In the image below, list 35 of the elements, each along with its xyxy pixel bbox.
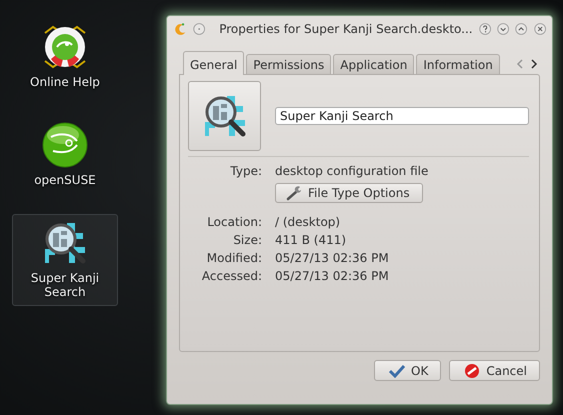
dialog-button[interactable]: Cancel (449, 360, 540, 381)
name-field[interactable]: Super Kanji Search (275, 107, 529, 125)
property-value: 05/27/13 02:36 PM (275, 250, 390, 266)
property-label: Modified: (206, 250, 262, 266)
icon-label: Super Kanji Search (30, 271, 100, 299)
desktop-icon[interactable]: openSUSE (12, 116, 118, 194)
property-label: Accessed: (200, 268, 262, 284)
checkmark-icon (389, 364, 406, 378)
dialog-button[interactable]: OK (374, 360, 442, 381)
close-button[interactable] (534, 21, 546, 37)
property-value: 05/27/13 02:36 PM (275, 268, 390, 284)
minimize-button[interactable] (496, 21, 510, 37)
tab[interactable]: Permissions (246, 54, 332, 74)
property-label: Type: (229, 163, 262, 179)
window-title: Properties for Super Kanji Search.deskto... (218, 22, 473, 36)
property-value: desktop configuration file (275, 163, 430, 179)
file-type-options-button[interactable]: File Type Options (275, 183, 423, 203)
cancel-icon (464, 362, 480, 378)
icon-button[interactable] (188, 81, 261, 151)
wrench-icon (286, 185, 304, 201)
property-label: Location: (206, 214, 262, 230)
property-value: 411 B (411) (275, 232, 348, 248)
desktop-icon[interactable]: Online Help (12, 18, 118, 96)
property-label: Size: (232, 232, 262, 248)
icon-label: openSUSE (34, 173, 96, 187)
help-button[interactable] (478, 21, 491, 37)
icon-label: Online Help (30, 75, 100, 89)
tab[interactable]: Information (416, 54, 500, 74)
chameleon-icon (41, 121, 89, 169)
tab[interactable]: General (183, 51, 244, 75)
tab[interactable]: Application (333, 54, 414, 74)
desktop-icon[interactable]: Super Kanji Search (12, 214, 118, 306)
scroll-right-icon[interactable] (530, 59, 538, 69)
maximize-button[interactable] (515, 21, 528, 37)
property-value: / (desktop) (275, 214, 342, 230)
